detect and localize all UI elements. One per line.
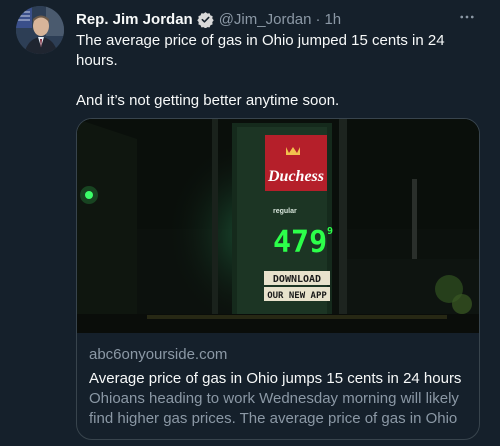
avatar[interactable] bbox=[16, 6, 64, 54]
tweet-text-line-1: The average price of gas in Ohio jumped … bbox=[76, 32, 445, 69]
sign-price-fraction: 9 bbox=[327, 226, 333, 237]
verified-badge-icon bbox=[196, 11, 214, 28]
card-body: abc6onyourside.com Average price of gas … bbox=[89, 345, 467, 429]
tweet-header: Rep. Jim Jordan @Jim_Jordan · 1h bbox=[76, 8, 488, 30]
author-handle[interactable]: @Jim_Jordan bbox=[219, 11, 312, 28]
sign-brand-text: Duchess bbox=[267, 168, 324, 185]
sign-download-text: DOWNLOAD bbox=[273, 274, 321, 285]
card-title[interactable]: Average price of gas in Ohio jumps 15 ce… bbox=[89, 369, 467, 389]
sign-price-text: 479 bbox=[273, 225, 327, 260]
tweet-text: The average price of gas in Ohio jumped … bbox=[76, 31, 476, 111]
sign-app-text: OUR NEW APP bbox=[267, 291, 327, 301]
more-horizontal-icon bbox=[460, 15, 474, 19]
card-domain[interactable]: abc6onyourside.com bbox=[89, 345, 467, 365]
sign-label-text: regular bbox=[273, 208, 297, 215]
timestamp[interactable]: 1h bbox=[324, 11, 341, 28]
link-card[interactable]: Duchess regular 479 9 DOWNLOAD OUR NEW A… bbox=[76, 118, 480, 440]
more-options-button[interactable] bbox=[452, 4, 482, 30]
tweet[interactable]: Rep. Jim Jordan @Jim_Jordan · 1h The ave… bbox=[0, 0, 500, 446]
card-image: Duchess regular 479 9 DOWNLOAD OUR NEW A… bbox=[77, 119, 479, 333]
tweet-text-line-2: And it’s not getting better anytime soon… bbox=[76, 92, 340, 109]
separator-dot: · bbox=[315, 10, 321, 28]
card-description: Ohioans heading to work Wednesday mornin… bbox=[89, 390, 459, 427]
author-name[interactable]: Rep. Jim Jordan bbox=[76, 11, 193, 28]
